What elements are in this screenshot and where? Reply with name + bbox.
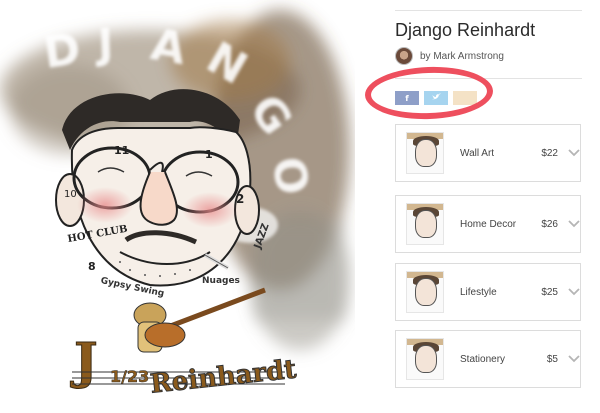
product-thumbnail [406, 132, 444, 174]
product-name: Home Decor [460, 218, 517, 230]
product-thumbnail [406, 338, 444, 380]
product-wall-art[interactable]: Wall Art $22 [395, 124, 581, 182]
product-thumbnail [406, 203, 444, 245]
product-price: $26 [541, 218, 558, 230]
art-date: 1/23 [110, 367, 149, 386]
caricature-illustration: D J A N G O 10 2 11 1 HOT CLUB 8 Gypsy S… [0, 10, 350, 400]
product-home-decor[interactable]: Home Decor $26 [395, 195, 581, 253]
art-letter-d: D [40, 23, 83, 79]
product-price: $5 [546, 353, 558, 365]
chevron-down-icon[interactable] [568, 353, 580, 365]
art-number-11: 11 [114, 144, 129, 157]
product-name: Stationery [460, 353, 506, 365]
chevron-down-icon[interactable] [568, 286, 580, 298]
artwork-title: Django Reinhardt [395, 20, 536, 40]
art-ear-left-number: 10 [64, 189, 77, 200]
artist-row[interactable]: by Mark Armstrong [395, 46, 504, 66]
product-name: Lifestyle [460, 286, 497, 298]
art-nuages: Nuages [202, 276, 240, 286]
product-name: Wall Art [460, 147, 495, 159]
product-price: $25 [541, 286, 558, 298]
product-thumbnail [406, 271, 444, 313]
artwork-image[interactable]: D J A N G O 10 2 11 1 HOT CLUB 8 Gypsy S… [0, 0, 355, 413]
product-stationery[interactable]: Stationery $5 [395, 330, 581, 388]
product-panel: Django Reinhardt by Mark Armstrong f Wal… [364, 0, 595, 413]
art-ear-right-number: 2 [236, 192, 244, 206]
chevron-down-icon[interactable] [568, 147, 580, 159]
highlight-annotation [364, 64, 494, 122]
product-lifestyle[interactable]: Lifestyle $25 [395, 263, 581, 321]
chevron-down-icon[interactable] [568, 218, 580, 230]
art-surname: Reinhardt [149, 355, 298, 400]
art-signature-initial: J [70, 331, 98, 390]
art-number-8: 8 [88, 260, 96, 273]
product-price: $22 [541, 147, 558, 159]
avatar[interactable] [395, 47, 413, 65]
divider [395, 10, 582, 11]
artist-name[interactable]: by Mark Armstrong [420, 51, 504, 62]
art-number-1: 1 [205, 148, 213, 161]
